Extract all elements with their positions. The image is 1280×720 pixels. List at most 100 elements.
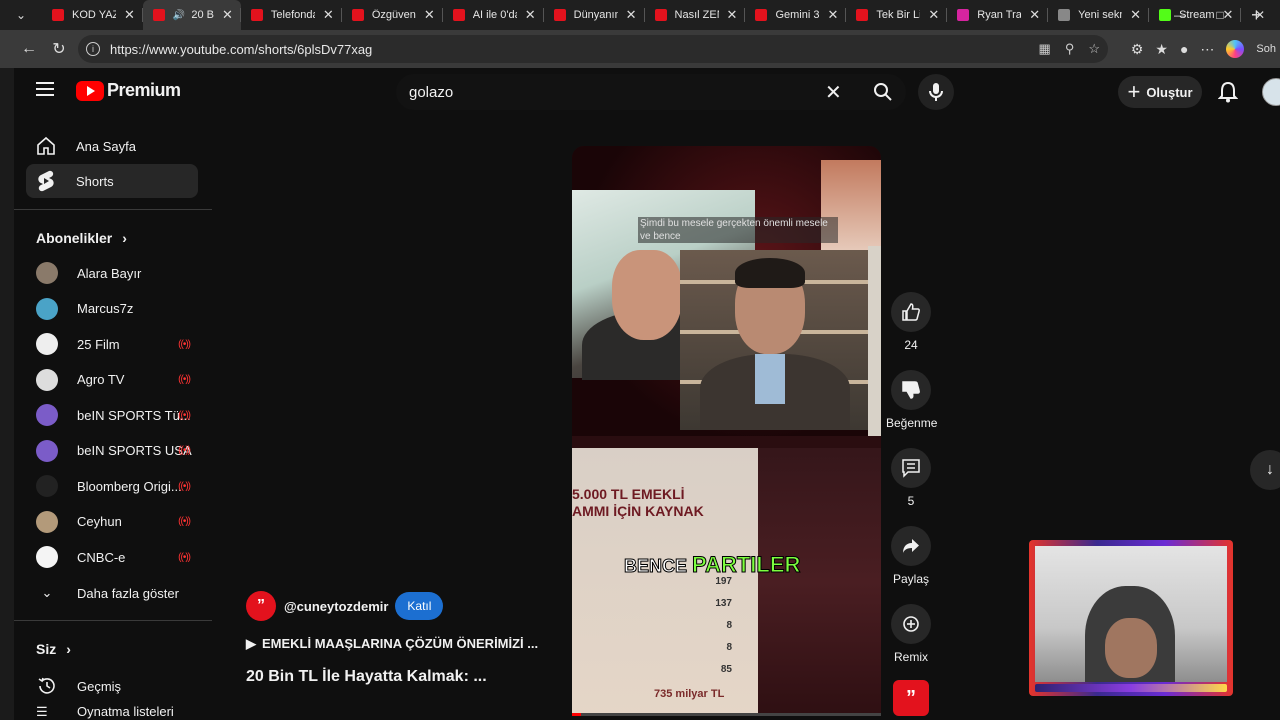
account-avatar[interactable] (1262, 78, 1280, 106)
browser-tab[interactable]: Tek Bir Li ✕ (846, 0, 948, 30)
site-info-icon[interactable]: i (86, 42, 100, 56)
short-title[interactable]: 20 Bin TL İle Hayatta Kalmak: ... (246, 668, 556, 686)
remix-button[interactable]: Remix (886, 604, 936, 664)
copilot-icon[interactable] (1226, 40, 1245, 58)
close-tab-icon[interactable]: ✕ (525, 7, 536, 23)
subscription-item[interactable]: 25 Film ((•)) (26, 327, 198, 361)
comments-button[interactable]: 5 (886, 448, 936, 508)
close-tab-icon[interactable]: ✕ (424, 7, 435, 23)
share-button[interactable]: Paylaş (886, 526, 936, 586)
close-tab-icon[interactable]: ✕ (1029, 7, 1040, 23)
chevron-down-icon: ⌄ (41, 585, 53, 600)
search-input[interactable]: golazo (396, 74, 860, 110)
subscription-item[interactable]: Agro TV ((•)) (26, 363, 198, 397)
profile-icon[interactable]: ● (1180, 41, 1188, 57)
menu-icon[interactable] (36, 82, 54, 96)
channel-avatar (36, 297, 58, 320)
document-row: 85 (592, 664, 732, 675)
like-count: 24 (904, 338, 918, 352)
video-caption: Şimdi bu mesele gerçekten önemli mesele … (638, 217, 838, 243)
speaker-icon[interactable]: 🔊 (173, 10, 185, 21)
close-tab-icon[interactable]: ✕ (1130, 7, 1141, 23)
sidebar-item-history[interactable]: Geçmiş (26, 669, 198, 703)
back-button[interactable]: ← (14, 34, 44, 64)
close-tab-icon[interactable]: ✕ (626, 7, 637, 23)
more-menu-icon[interactable]: ⋯ (1200, 41, 1214, 58)
close-window-button[interactable]: ✕ (1240, 0, 1280, 30)
search-button[interactable] (860, 74, 906, 110)
copilot-label: Soh (1256, 43, 1276, 55)
sidebar-item-playlists[interactable]: ☰ Oynatma listeleri (26, 704, 198, 720)
sidebar-item-home[interactable]: Ana Sayfa (26, 129, 198, 163)
thumbs-down-icon (891, 370, 931, 410)
channel-avatar-button[interactable]: ” (886, 680, 936, 716)
tab-favicon-icon (152, 9, 165, 21)
you-section-header[interactable]: Siz › (36, 641, 71, 657)
browser-tab[interactable]: Telefonda ✕ (241, 0, 342, 30)
extensions-icon[interactable]: ⚙ (1131, 41, 1144, 58)
notifications-bell-icon[interactable] (1217, 81, 1239, 108)
subscription-item[interactable]: Ceyhun ((•)) (26, 505, 198, 539)
window-controls: — □ ✕ (1160, 0, 1280, 30)
browser-tab[interactable]: AI ile 0'da ✕ (443, 0, 544, 30)
shorts-video-player[interactable]: Şimdi bu mesele gerçekten önemli mesele … (572, 146, 881, 716)
browser-tab[interactable]: Ryan Tra ✕ (947, 0, 1049, 30)
reload-button[interactable]: ↻ (44, 34, 74, 64)
linked-video[interactable]: ▶ EMEKLİ MAAŞLARINA ÇÖZÜM ÖNERİMİZİ ... (246, 636, 556, 652)
close-tab-icon[interactable]: ✕ (323, 7, 334, 23)
maximize-button[interactable]: □ (1200, 0, 1240, 30)
join-button[interactable]: Katıl (395, 592, 444, 620)
youtube-premium-logo[interactable]: Premium (76, 80, 181, 101)
favorites-icon[interactable]: ★ (1155, 41, 1168, 58)
linked-video-title: EMEKLİ MAAŞLARINA ÇÖZÜM ÖNERİMİZİ ... (262, 636, 539, 651)
browser-tab[interactable]: KOD YAZ ✕ (42, 0, 143, 30)
video-progress-bar[interactable] (572, 713, 881, 716)
tab-label: Nasıl ZEN (674, 9, 719, 21)
browser-tab[interactable]: Dünyanın ✕ (544, 0, 645, 30)
thumbs-up-icon (891, 292, 931, 332)
tracking-prevention-icon[interactable]: ⚲ (1065, 41, 1075, 57)
search-value: golazo (409, 83, 454, 101)
video-right-speaker (680, 250, 870, 430)
subscription-item[interactable]: Marcus7z (26, 292, 198, 326)
search-icon (874, 83, 892, 101)
app-available-icon[interactable]: ▦ (1039, 41, 1051, 57)
address-bar[interactable]: i https://www.youtube.com/shorts/6plsDv7… (78, 35, 1108, 63)
tab-label: AI ile 0'da (472, 9, 517, 21)
browser-tab[interactable]: Nasıl ZEN ✕ (645, 0, 746, 30)
subscription-item[interactable]: Bloomberg Origi... ((•)) (26, 469, 198, 503)
close-tab-icon[interactable]: ✕ (827, 7, 838, 23)
tab-list-dropdown-icon[interactable]: ⌄ (0, 0, 42, 30)
chevron-right-icon: › (122, 230, 127, 246)
subscription-item[interactable]: CNBC-e ((•)) (26, 540, 198, 574)
favorite-star-icon[interactable]: ☆ (1088, 41, 1100, 57)
channel-avatar[interactable]: ” (246, 591, 276, 621)
subscription-item[interactable]: beIN SPORTS USA ((•)) (26, 434, 198, 468)
next-short-button[interactable]: ↓ (1250, 450, 1280, 490)
like-button[interactable]: 24 (886, 292, 936, 352)
clear-search-icon[interactable]: ✕ (825, 80, 842, 105)
close-tab-icon[interactable]: ✕ (727, 7, 738, 23)
document-value: 137 (715, 598, 732, 609)
create-button[interactable]: + Oluştur (1118, 76, 1202, 108)
browser-tab[interactable]: Özgüven ✕ (342, 0, 443, 30)
share-icon (891, 526, 931, 566)
browser-tab[interactable]: 🔊 20 B ✕ (142, 0, 241, 30)
plus-icon: + (1127, 79, 1141, 104)
browser-tab[interactable]: Gemini 3 ✕ (745, 0, 847, 30)
subscription-label: 25 Film (77, 336, 120, 352)
close-tab-icon[interactable]: ✕ (124, 7, 135, 23)
channel-handle[interactable]: @cuneytozdemir (284, 599, 388, 614)
minimize-button[interactable]: — (1160, 0, 1200, 30)
subscription-item[interactable]: beIN SPORTS Tü... ((•)) (26, 398, 198, 432)
subscriptions-header[interactable]: Abonelikler › (36, 230, 127, 246)
sidebar-item-shorts[interactable]: Shorts (26, 164, 198, 198)
show-more-button[interactable]: ⌄ Daha fazla göster (26, 576, 198, 610)
close-tab-icon[interactable]: ✕ (222, 7, 233, 23)
dislike-button[interactable]: Beğenme (886, 370, 937, 430)
close-tab-icon[interactable]: ✕ (928, 7, 939, 23)
voice-search-button[interactable] (918, 74, 954, 110)
subscription-item[interactable]: Alara Bayır (26, 256, 198, 290)
home-icon (36, 136, 56, 156)
browser-tab[interactable]: Yeni sekm ✕ (1048, 0, 1150, 30)
